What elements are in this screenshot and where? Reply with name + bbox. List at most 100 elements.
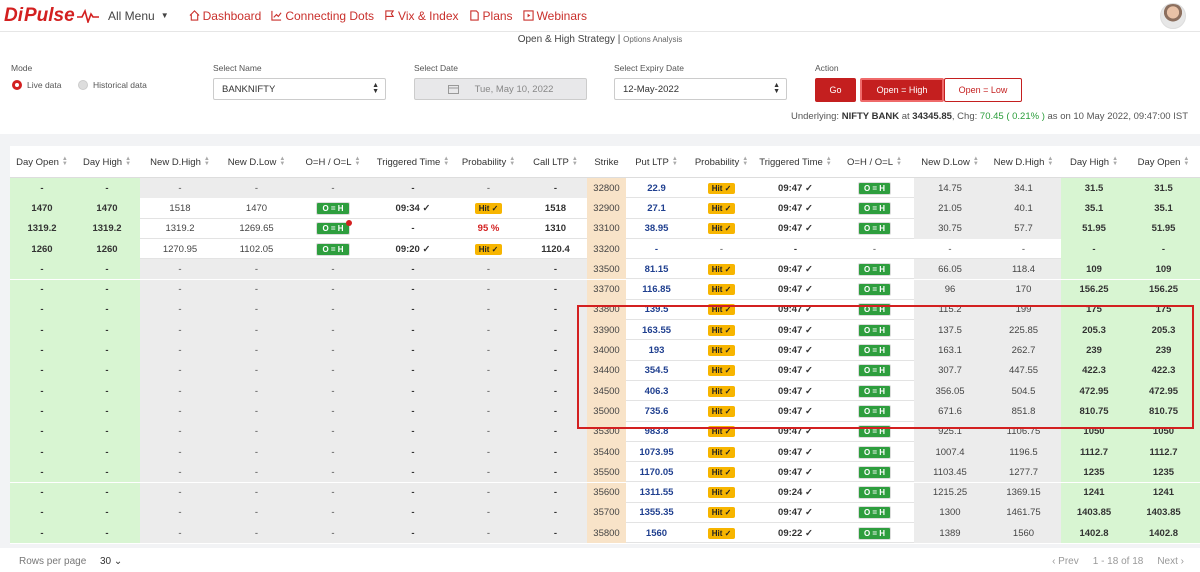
open-equals-high-badge: O = H: [857, 181, 892, 195]
table-row[interactable]: - - - - - - - - 35400 1073.95 Hit ✓ 09:47 ✓ O = H 100…: [10, 441, 1200, 463]
table-row[interactable]: - - - - - - - - 35700 1355.35 Hit ✓ 09:47 ✓ O = H 130…: [10, 502, 1200, 524]
dipulse-logo[interactable]: Di Pulse: [4, 5, 102, 27]
table-row[interactable]: - - - - - - - - 33500 81.15 Hit ✓ 09:47 ✓ O = H 66.05…: [10, 259, 1200, 280]
table-row[interactable]: - - - - - - - - 35300 983.8 Hit ✓ 09:47 ✓ O = H 925.1…: [10, 421, 1200, 442]
header-oh-ol[interactable]: O=H / O=L ▲ ▼: [293, 146, 373, 178]
call-cell: -: [293, 462, 373, 483]
put-cell: 472.95: [1061, 381, 1127, 402]
header-oh-ol[interactable]: O=H / O=L ▲ ▼: [835, 146, 914, 178]
put-cell: 40.1: [986, 198, 1061, 219]
call-cell: -: [74, 401, 140, 422]
chart-line-icon: [271, 10, 282, 21]
header-label: New D.Low: [227, 156, 277, 168]
header-probability[interactable]: Probability ▲ ▼: [453, 146, 524, 178]
expiry-select[interactable]: 12-May-2022 ▲ ▼: [614, 78, 787, 100]
table-row[interactable]: 1260 1260 1270.95 1102.05 O = H 09:20 ✓ Hit ✓ 1…: [10, 238, 1200, 260]
call-cell: Hit ✓: [453, 239, 524, 259]
put-cell: 51.95: [1061, 218, 1127, 239]
put-cell: O = H: [835, 483, 914, 503]
header-label: Day Open: [1137, 156, 1181, 168]
nav-dashboard[interactable]: Dashboard: [189, 9, 261, 23]
call-cell: 1518: [140, 198, 220, 218]
header-day-high[interactable]: Day High ▲ ▼: [74, 146, 140, 178]
table-row[interactable]: - - - - - - - - 34500 406.3 Hit ✓ 09:47 ✓ O = H 356.0…: [10, 381, 1200, 402]
cell-value: 35800: [593, 527, 620, 539]
cell-value: 1402.8: [1079, 527, 1109, 539]
table-row[interactable]: - - - - - - - - 35500 1170.05 Hit ✓ 09:47 ✓ O = H 110…: [10, 462, 1200, 483]
date-picker[interactable]: Tue, May 10, 2022: [414, 78, 587, 100]
header-strike[interactable]: Strike: [587, 146, 626, 178]
open-equals-high-badge: O = H: [857, 283, 892, 297]
header-label: Probability: [461, 156, 507, 168]
go-button[interactable]: Go: [815, 78, 856, 102]
header-new-d-high[interactable]: New D.High ▲ ▼: [140, 146, 220, 178]
cell-value: 1311.55: [639, 487, 674, 499]
call-cell: -: [220, 482, 293, 503]
header-call-ltp[interactable]: Call LTP ▲ ▼: [524, 146, 587, 178]
header-put-ltp[interactable]: Put LTP ▲ ▼: [626, 146, 687, 178]
table-row[interactable]: - - - - - - - - 32800 22.9 Hit ✓ 09:47 ✓ O = H 14.75 3…: [10, 178, 1200, 199]
cell-value: 199: [1015, 304, 1032, 316]
put-cell: 1403.85: [1061, 502, 1127, 524]
select-name-label: Select Name: [213, 63, 262, 73]
nav-connecting-dots[interactable]: Connecting Dots: [271, 9, 374, 23]
call-cell: -: [453, 462, 524, 483]
header-triggered-time[interactable]: Triggered Time ▲ ▼: [373, 146, 453, 178]
cell-value: -: [1021, 243, 1026, 255]
rows-per-page-select[interactable]: 30 ⌄: [100, 556, 122, 567]
call-cell: -: [373, 259, 453, 280]
cell-value: -: [411, 263, 415, 275]
mode-live-radio[interactable]: Live data: [12, 80, 62, 90]
cell-value: 09:47 ✓: [778, 426, 813, 438]
open-low-button[interactable]: Open = Low: [944, 78, 1022, 102]
mode-historical-label: Historical data: [93, 80, 147, 90]
all-menu-dropdown[interactable]: All Menu ▼: [108, 9, 169, 23]
table-row[interactable]: - - - - - - - - 33900 163.55 Hit ✓ 09:47 ✓ O = H 137.…: [10, 320, 1200, 341]
put-cell: -: [914, 239, 986, 259]
table-row[interactable]: - - - - - - - - 34400 354.5 Hit ✓ 09:47 ✓ O = H 307.7…: [10, 360, 1200, 381]
prev-page-button[interactable]: ‹ Prev: [1052, 556, 1079, 567]
cell-value: -: [411, 345, 415, 357]
header-new-d-low[interactable]: New D.Low ▲ ▼: [914, 146, 986, 178]
header-day-open[interactable]: Day Open ▲ ▼: [10, 146, 74, 178]
user-avatar[interactable]: [1160, 3, 1186, 29]
table-row[interactable]: 1319.2 1319.2 1319.2 1269.65 O = H - 95 % 1310 3…: [10, 218, 1200, 239]
cell-value: -: [105, 466, 109, 478]
name-select[interactable]: BANKNIFTY ▲ ▼: [213, 78, 386, 100]
header-new-d-low[interactable]: New D.Low ▲ ▼: [220, 146, 293, 178]
put-cell: 22.9: [626, 178, 687, 198]
header-probability[interactable]: Probability ▲ ▼: [687, 146, 756, 178]
hit-badge: Hit ✓: [707, 426, 736, 438]
next-page-button[interactable]: Next ›: [1157, 556, 1184, 567]
table-row[interactable]: - - - - - - - - 35600 1311.55 Hit ✓ 09:24 ✓ O = H 121…: [10, 482, 1200, 503]
table-row[interactable]: - - - - - - - - 33700 116.85 Hit ✓ 09:47 ✓ O = H 96 17…: [10, 279, 1200, 300]
cell-value: -: [948, 243, 952, 255]
cell-value: -: [486, 446, 491, 458]
put-cell: 163.55: [626, 320, 687, 340]
put-cell: 983.8: [626, 422, 687, 442]
nav-plans[interactable]: Plans: [469, 9, 513, 23]
cell-value: -: [331, 527, 335, 539]
header-day-open[interactable]: Day Open ▲ ▼: [1127, 146, 1200, 178]
mode-historical-radio[interactable]: Historical data: [78, 80, 147, 90]
header-day-high[interactable]: Day High ▲ ▼: [1061, 146, 1127, 178]
table-row[interactable]: 1470 1470 1518 1470 O = H 09:34 ✓ Hit ✓ 1518 329…: [10, 198, 1200, 219]
call-cell: -: [74, 523, 140, 544]
table-row[interactable]: - - - - - - - - 34000 193 Hit ✓ 09:47 ✓ O = H 163.1 26…: [10, 340, 1200, 361]
nav-webinars[interactable]: Webinars: [522, 9, 587, 23]
header-new-d-high[interactable]: New D.High ▲ ▼: [986, 146, 1061, 178]
open-high-button[interactable]: Open = High: [860, 78, 944, 102]
cell-value: -: [254, 507, 259, 519]
put-cell: O = H: [835, 503, 914, 523]
action-label: Action: [815, 63, 839, 73]
table-row[interactable]: - - - - - - - - 35000 735.6 Hit ✓ 09:47 ✓ O = H 671.6…: [10, 401, 1200, 422]
call-cell: -: [453, 299, 524, 321]
call-cell: -: [220, 421, 293, 442]
table-row[interactable]: - - - - - - - - 33800 139.5 Hit ✓ 09:47 ✓ O = H 115.2…: [10, 299, 1200, 321]
table-row[interactable]: - - - - - - - - 35800 1560 Hit ✓ 09:22 ✓ O = H 1389 15…: [10, 523, 1200, 544]
nav-vix-index[interactable]: Vix & Index: [384, 9, 459, 23]
put-cell: 422.3: [1127, 360, 1200, 381]
header-triggered-time[interactable]: Triggered Time ▲ ▼: [756, 146, 835, 178]
cell-value: -: [331, 284, 335, 296]
cell-value: 1196.5: [1009, 446, 1038, 458]
